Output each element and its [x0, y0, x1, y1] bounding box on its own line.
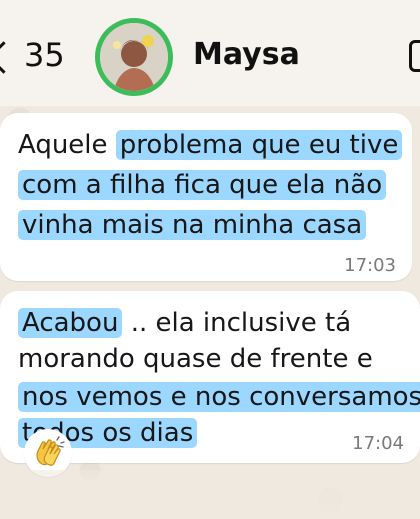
message-text: Aquele [18, 130, 116, 160]
contact-name[interactable]: Maysa [193, 40, 300, 70]
highlighted-text: com a filha fica que ela não [18, 170, 387, 200]
incoming-message-1[interactable]: Aquele problema que eu tive com a filha … [0, 113, 412, 281]
back-unread-count[interactable]: 35 [24, 39, 65, 71]
message-time: 17:04 [352, 433, 404, 454]
avatar-photo-icon [100, 23, 168, 91]
contact-avatar[interactable] [95, 18, 173, 96]
message-time: 17:03 [344, 255, 396, 276]
highlighted-text: vinha mais na minha casa [18, 210, 367, 240]
clapping-hands-icon [36, 436, 65, 466]
message-text: .. ela inclusive tá [122, 308, 352, 338]
avatar-image [100, 23, 168, 91]
message-text: morando quase de frente e [18, 344, 373, 374]
back-chevron-icon[interactable] [0, 41, 20, 74]
input-area-fade [0, 470, 420, 519]
message-line: Acabou .. ela inclusive tá [18, 307, 351, 339]
message-line: Aquele problema que eu tive [18, 129, 403, 161]
highlighted-text: Acabou [18, 308, 123, 338]
message-line: com a filha fica que ela não [18, 169, 387, 201]
message-line: nos vemos e nos conversamos [18, 381, 420, 413]
highlighted-text: problema que eu tive [115, 130, 403, 160]
message-line: morando quase de frente e [18, 343, 373, 375]
highlighted-text: nos vemos e nos conversamos [18, 382, 420, 412]
chat-header: 35 Maysa [0, 0, 420, 106]
message-line: vinha mais na minha casa [18, 209, 367, 241]
video-call-icon[interactable] [409, 40, 420, 72]
